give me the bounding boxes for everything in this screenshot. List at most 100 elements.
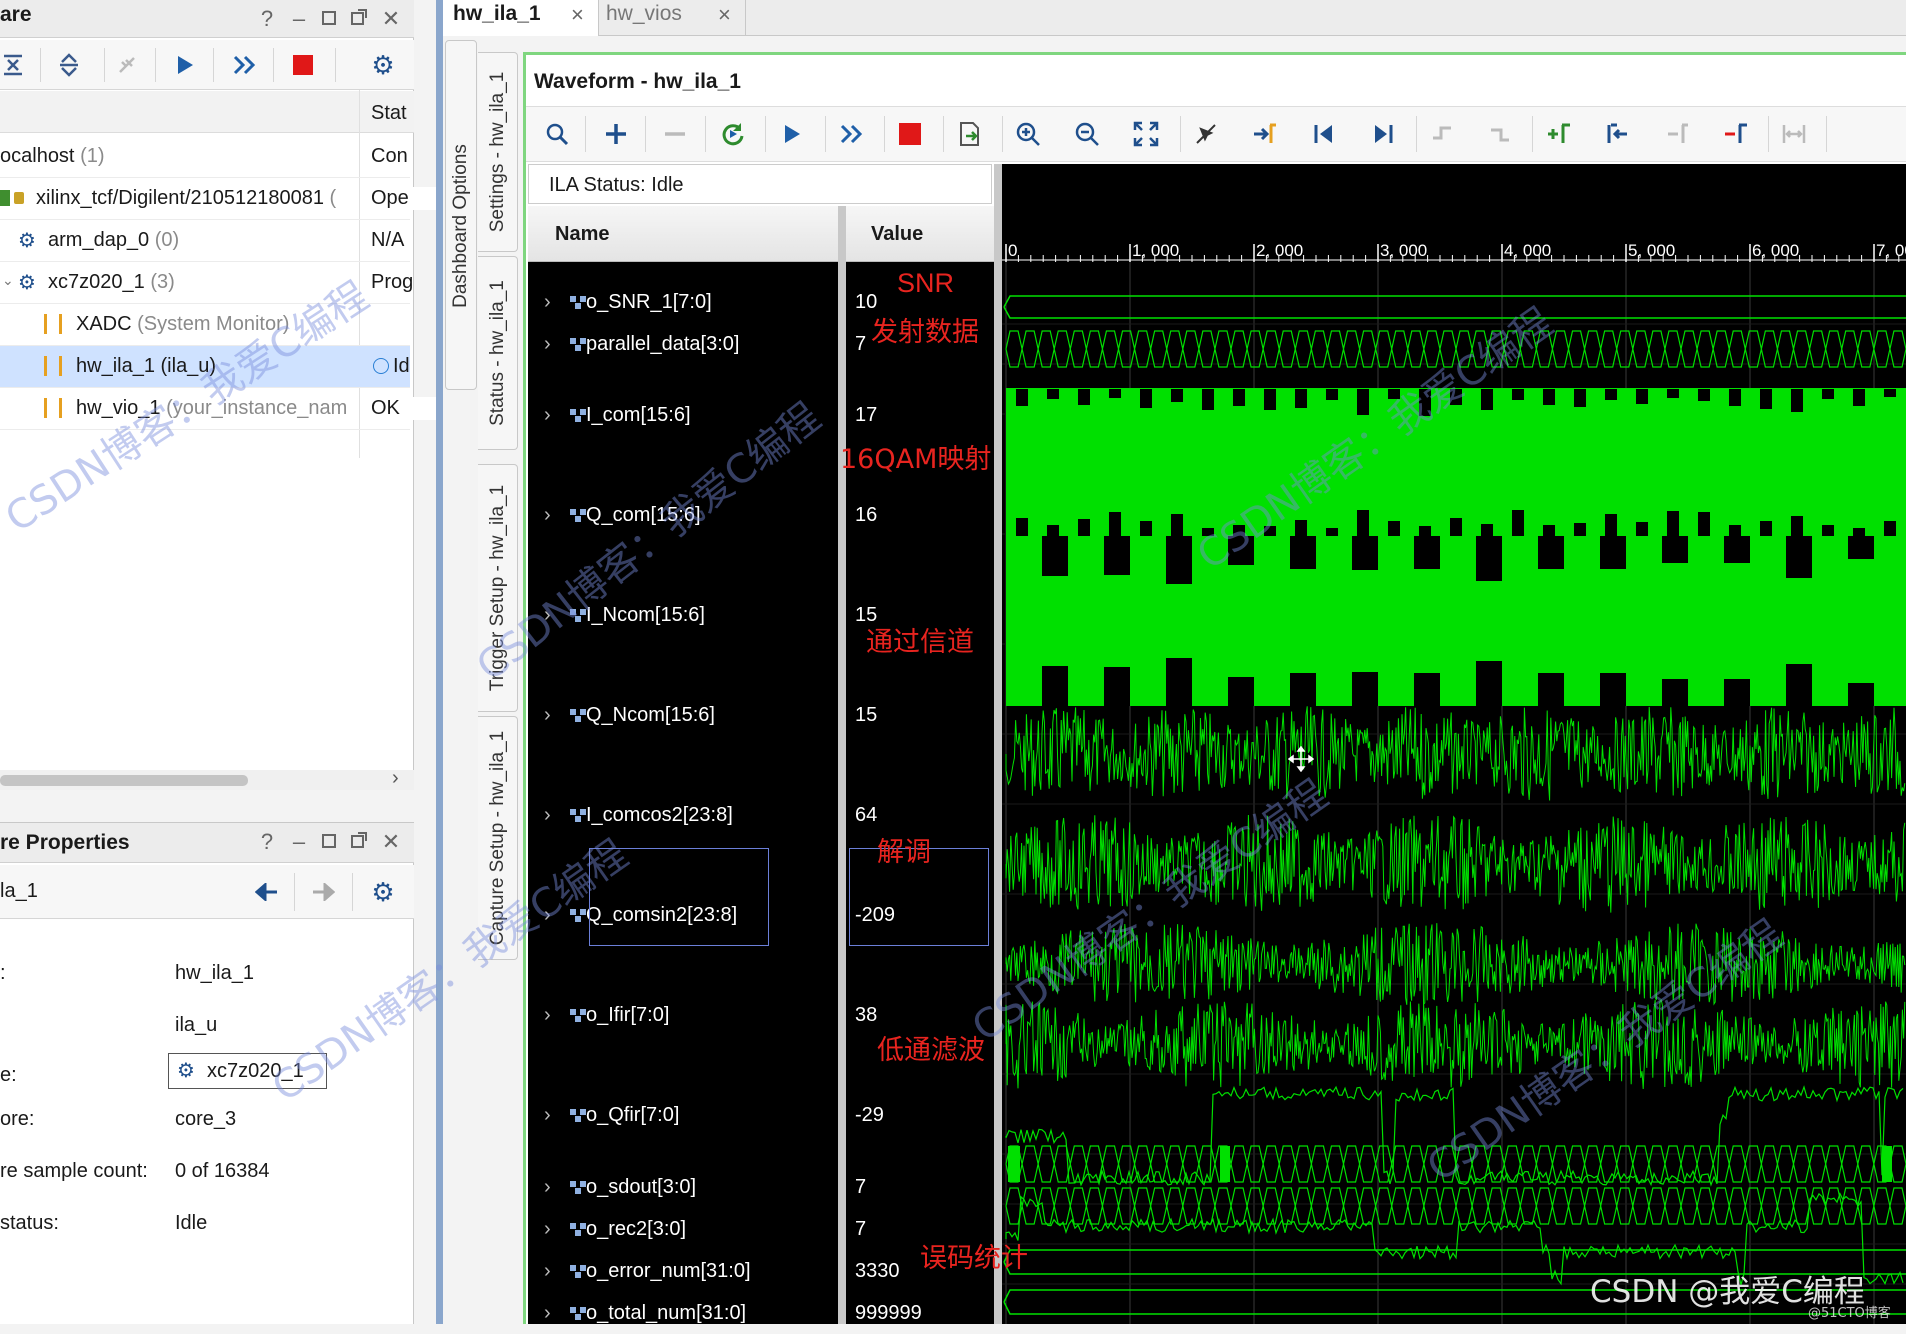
properties-title: re Properties	[0, 831, 130, 854]
run-immediate-icon[interactable]	[228, 48, 262, 82]
signal-row[interactable]: › I_comcos2[23:8]	[528, 796, 838, 836]
signal-row[interactable]: › o_SNR_1[7:0]	[528, 283, 838, 323]
expand-chevron-icon[interactable]: ›	[544, 704, 551, 727]
search-icon[interactable]	[537, 114, 577, 154]
signal-row[interactable]: › o_sdout[3:0]	[528, 1168, 838, 1208]
hardware-tree-row-target[interactable]: xilinx_tcf/Digilent/210512180081 ( Ope	[0, 178, 449, 220]
previous-marker-icon[interactable]	[1598, 114, 1638, 154]
swap-cursors-icon[interactable]	[1774, 114, 1814, 154]
previous-transition-icon[interactable]	[1422, 114, 1462, 154]
go-to-end-icon[interactable]	[1363, 114, 1403, 154]
settings-gear-icon[interactable]: ⚙	[366, 875, 400, 909]
hardware-tree-row-arm-dap[interactable]: ⚙ arm_dap_0 (0) N/A	[0, 220, 410, 262]
value-column-header[interactable]: Value	[846, 206, 994, 262]
signal-name: Q_Ncom[15:6]	[586, 704, 715, 726]
remove-probe-icon[interactable]	[655, 114, 695, 154]
expand-chevron-icon[interactable]: ›	[544, 1260, 551, 1283]
expand-all-icon[interactable]	[52, 48, 86, 82]
tab-close-icon[interactable]: ×	[718, 2, 731, 28]
go-to-start-icon[interactable]	[1304, 114, 1344, 154]
expand-chevron-icon[interactable]: ›	[544, 1302, 551, 1325]
tab-hw-vios[interactable]: hw_vios ×	[600, 0, 746, 36]
expand-chevron-icon[interactable]: ›	[544, 1218, 551, 1241]
next-marker-icon[interactable]	[1657, 114, 1697, 154]
help-icon[interactable]: ?	[252, 827, 282, 857]
auto-retrigger-icon[interactable]	[713, 114, 753, 154]
signal-row[interactable]: › o_Qfir[7:0]	[528, 1096, 838, 1136]
tab-hw-ila-1[interactable]: hw_ila_1 ×	[443, 0, 599, 36]
signal-row[interactable]: › Q_Ncom[15:6]	[528, 696, 838, 736]
analog-trace	[1005, 706, 1906, 801]
collapse-all-icon[interactable]	[0, 48, 26, 82]
next-transition-icon[interactable]	[1480, 114, 1520, 154]
cursor-icon[interactable]	[1186, 114, 1226, 154]
zoom-in-icon[interactable]	[1008, 114, 1048, 154]
auto-connect-icon[interactable]	[110, 48, 144, 82]
maximize-icon[interactable]	[314, 4, 344, 34]
row-sub: (3)	[150, 271, 175, 293]
horizontal-scrollbar[interactable]: ›	[0, 767, 414, 790]
expand-chevron-icon[interactable]: ›	[544, 1004, 551, 1027]
dashboard-options-tab[interactable]: Dashboard Options	[445, 40, 477, 390]
annotation-16qam: 16QAM映射	[840, 444, 992, 475]
signal-value: 16	[855, 504, 878, 526]
signal-row[interactable]: › parallel_data[3:0]	[528, 325, 838, 365]
settings-gear-icon[interactable]: ⚙	[366, 48, 400, 82]
add-probe-icon[interactable]	[596, 114, 636, 154]
expand-chevron-icon[interactable]: ›	[544, 804, 551, 827]
hardware-tree-header: Stat	[0, 91, 414, 133]
tab-close-icon[interactable]: ×	[571, 2, 584, 28]
tab-status[interactable]: Status - hw_ila_1	[478, 256, 518, 450]
back-arrow-icon[interactable]	[250, 875, 284, 909]
bus-icon	[568, 1220, 588, 1238]
delete-marker-icon[interactable]	[1716, 114, 1756, 154]
status-column-header[interactable]: Stat	[371, 102, 407, 125]
close-icon[interactable]: ✕	[376, 827, 406, 857]
expand-chevron-icon[interactable]: ›	[544, 504, 551, 527]
tab-settings[interactable]: Settings - hw_ila_1	[478, 52, 518, 252]
expand-chevron-icon[interactable]: ›	[544, 291, 551, 314]
minimize-icon[interactable]: –	[284, 4, 314, 34]
expand-chevron-icon[interactable]: ⌄	[2, 272, 14, 289]
signal-row[interactable]: › o_total_num[31:0]	[528, 1294, 838, 1334]
maximize-icon[interactable]	[314, 827, 344, 857]
stop-icon[interactable]	[890, 114, 930, 154]
float-icon[interactable]	[344, 4, 374, 34]
scrollbar-thumb[interactable]	[0, 775, 248, 786]
signal-row[interactable]: › o_Ifir[7:0]	[528, 996, 838, 1036]
float-icon[interactable]	[344, 827, 374, 857]
bus-icon	[568, 335, 588, 353]
forward-arrow-icon[interactable]	[306, 875, 340, 909]
row-sub: (1)	[80, 145, 105, 167]
expand-chevron-icon[interactable]: ›	[544, 333, 551, 356]
zoom-fit-icon[interactable]	[1126, 114, 1166, 154]
stop-icon[interactable]	[286, 48, 320, 82]
export-icon[interactable]	[950, 114, 990, 154]
run-trigger-icon[interactable]	[168, 48, 202, 82]
name-column-header[interactable]: Name	[528, 206, 838, 262]
scroll-right-icon[interactable]: ›	[392, 767, 399, 790]
row-status: N/A	[371, 229, 405, 251]
expand-chevron-icon[interactable]: ›	[544, 404, 551, 427]
zoom-out-icon[interactable]	[1067, 114, 1107, 154]
minimize-icon[interactable]: –	[284, 827, 314, 857]
annotation-ber: 误码统计	[920, 1243, 1028, 1274]
signal-name: o_SNR_1[7:0]	[586, 291, 712, 313]
debug-core-icon	[44, 356, 62, 376]
go-to-cursor-icon[interactable]	[1245, 114, 1285, 154]
close-icon[interactable]: ✕	[376, 4, 406, 34]
run-immediate-icon[interactable]	[832, 114, 872, 154]
expand-chevron-icon[interactable]: ›	[544, 1104, 551, 1127]
bus-icon	[568, 406, 588, 424]
expand-chevron-icon[interactable]: ›	[544, 1176, 551, 1199]
signal-row[interactable]: › o_error_num[31:0]	[528, 1252, 838, 1292]
run-trigger-icon[interactable]	[772, 114, 812, 154]
hardware-toolbar: ⚙	[0, 40, 414, 90]
help-icon[interactable]: ?	[252, 4, 282, 34]
board-icon	[0, 190, 10, 206]
signal-name: I_comcos2[23:8]	[586, 804, 733, 826]
hardware-tree-row-localhost[interactable]: ocalhost (1) Con	[0, 136, 410, 178]
prop-label-name: :	[0, 962, 6, 984]
signal-row[interactable]: › o_rec2[3:0]	[528, 1210, 838, 1250]
add-marker-icon[interactable]	[1539, 114, 1579, 154]
